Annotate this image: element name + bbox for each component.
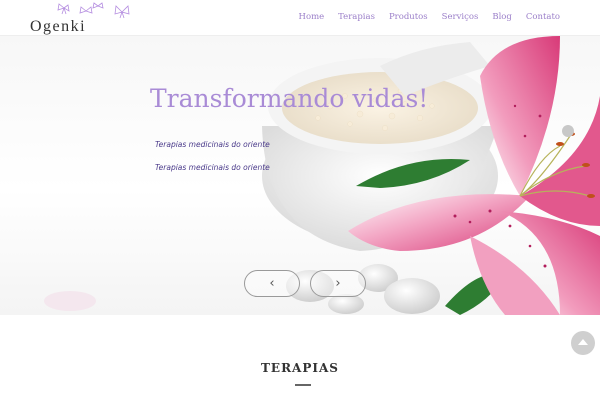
- hero-slider: Transformando vidas! Terapias medicinais…: [0, 36, 600, 315]
- arrow-up-icon: [578, 339, 588, 345]
- logo[interactable]: Ogenki: [30, 2, 130, 36]
- chevron-left-icon: ‹: [269, 276, 275, 291]
- hero-image: [44, 36, 600, 315]
- nav-item-terapias[interactable]: Terapias: [338, 12, 375, 22]
- nav-item-blog[interactable]: Blog: [492, 12, 512, 22]
- section-title: TERAPIAS: [261, 361, 339, 375]
- nav-item-contato[interactable]: Contato: [526, 12, 560, 22]
- hero-headline: Transformando vidas!: [150, 84, 429, 113]
- scroll-to-top-button[interactable]: [571, 331, 595, 355]
- hero-subtitle: Terapias medicinais do oriente: [155, 140, 270, 149]
- slider-next-button[interactable]: ›: [310, 270, 366, 297]
- site-header: Ogenki Home Terapias Produtos Serviços B…: [0, 0, 600, 36]
- logo-text: Ogenki: [30, 18, 87, 35]
- nav-item-home[interactable]: Home: [299, 12, 325, 22]
- nav-item-servicos[interactable]: Serviços: [442, 12, 479, 22]
- main-nav: Home Terapias Produtos Serviços Blog Con…: [299, 12, 560, 22]
- nav-item-produtos[interactable]: Produtos: [389, 12, 428, 22]
- hero-subtitle: Terapias medicinais do oriente: [155, 163, 270, 172]
- section-divider: [295, 384, 311, 386]
- chevron-right-icon: ›: [335, 276, 341, 291]
- slider-prev-button[interactable]: ‹: [244, 270, 300, 297]
